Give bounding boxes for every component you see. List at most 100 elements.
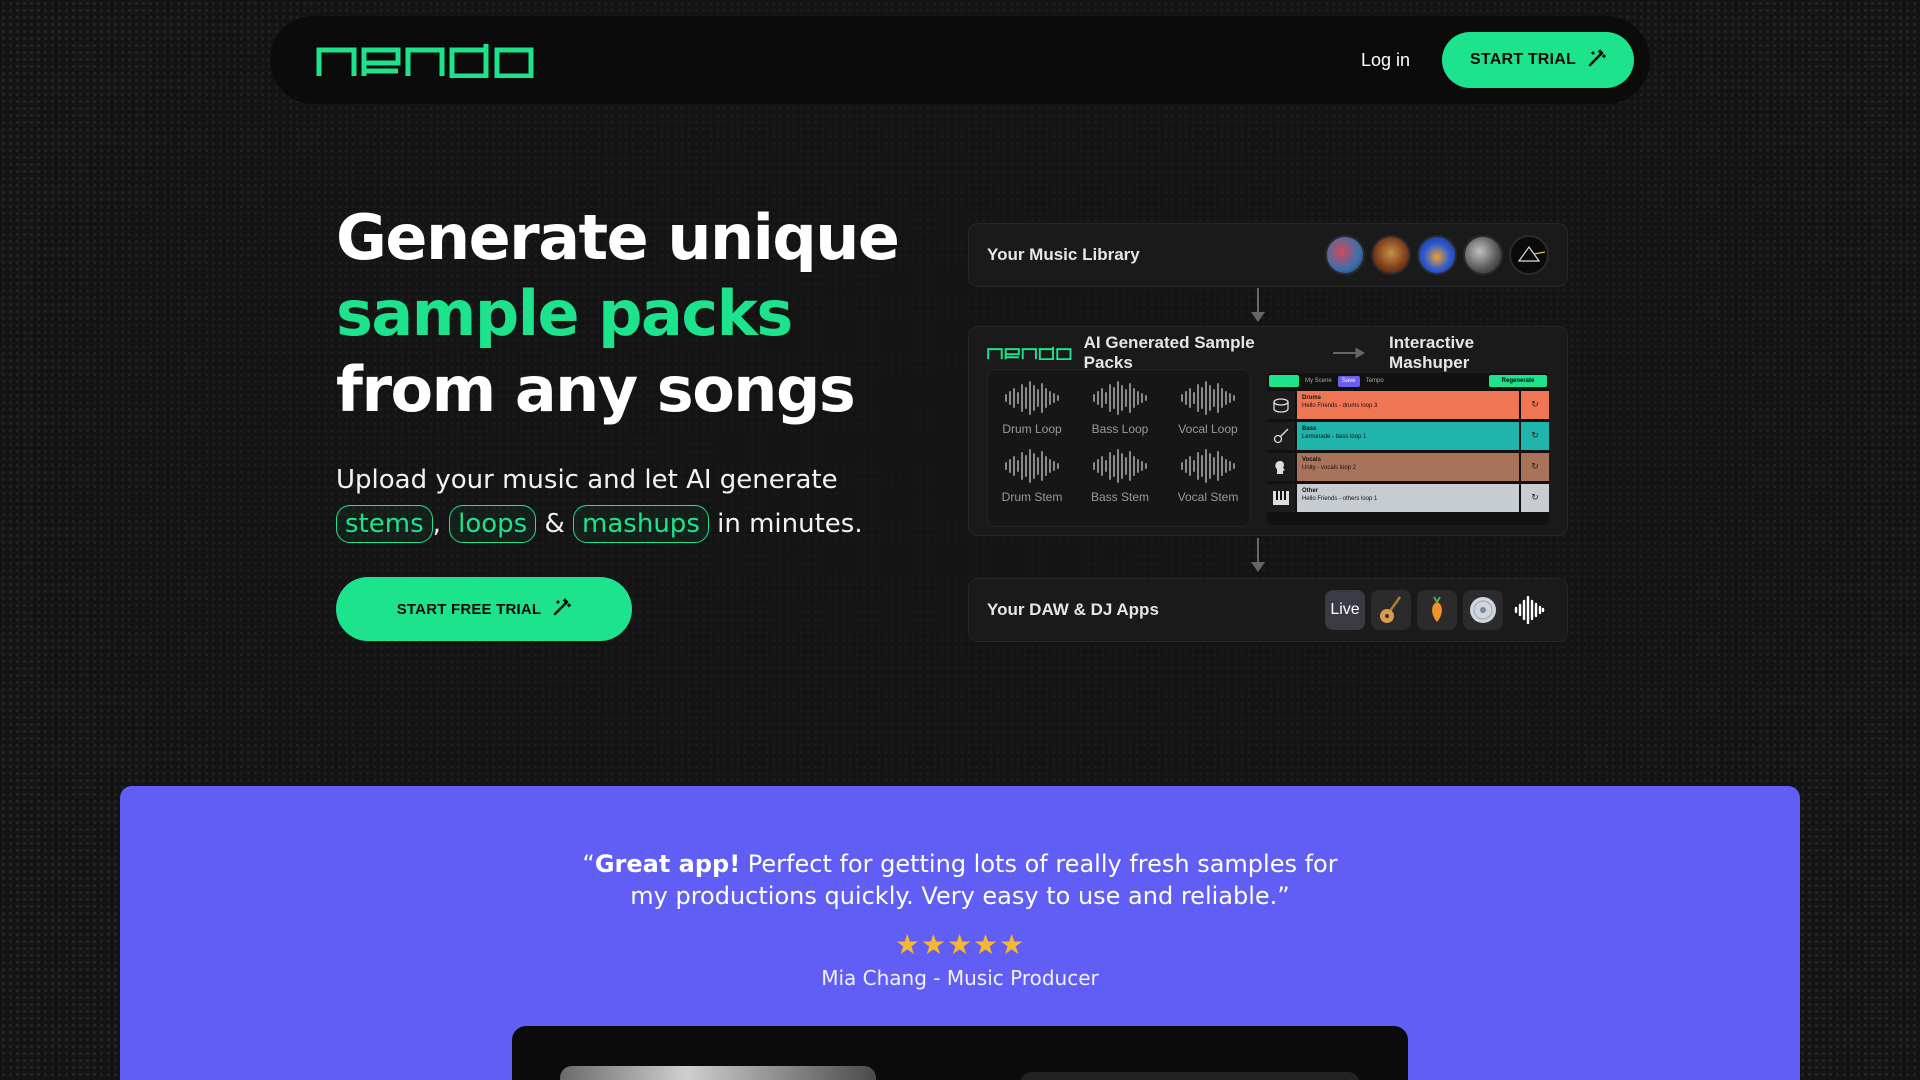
waveform-icon [1093,381,1147,415]
track-name: Other [1302,488,1319,494]
track-desc: Unity - vocals loop 2 [1302,465,1357,471]
ai-sample-packs-label: AI Generated Sample Packs [1083,333,1255,372]
refresh-icon[interactable]: ↻ [1521,453,1549,481]
stems-pill: stems [336,505,433,543]
track-bar-drums[interactable]: Drums Hello Friends - drums loop 3 [1297,391,1519,419]
bass-loop-item[interactable]: Bass Loop [1076,380,1164,436]
magic-wand-icon [553,598,572,620]
serato-icon [1463,590,1503,630]
quote-open: “ [582,850,595,878]
start-trial-label: START TRIAL [1470,51,1576,68]
start-trial-button[interactable]: START TRIAL [1442,32,1634,88]
waveform-icon [1181,449,1235,483]
drum-loop-label: Drum Loop [1002,422,1062,436]
arrow-right-icon [1333,347,1366,359]
ai-sample-packs-card: AI Generated Sample Packs Interactive Ma… [968,326,1568,536]
bass-stem-label: Bass Stem [1090,490,1150,504]
interactive-mashuper-label: Interactive Mashuper [1389,333,1475,372]
track-row-other: Other Hello Friends - others loop 1 ↻ [1267,484,1549,512]
drum-loop-item[interactable]: Drum Loop [988,380,1076,436]
music-library-card: Your Music Library [968,223,1568,287]
nendo-logo[interactable] [316,42,534,78]
piano-icon [1267,484,1295,512]
guitar-icon [1267,422,1295,450]
album-cover-4 [1463,235,1503,275]
track-bar-bass[interactable]: Bass Lemonade - bass loop 1 [1297,422,1519,450]
track-row-vocals: Vocals Unity - vocals loop 2 ↻ [1267,453,1549,481]
track-name: Bass [1302,426,1317,432]
hero-title-line2: sample packs [336,277,793,350]
quote-highlight: Great app! [594,850,741,878]
sample-loops-grid: Drum Loop Bass Loop Vocal Loop Drum Stem… [987,369,1251,527]
album-cover-1 [1325,235,1365,275]
video-player-frame [1020,1072,1360,1080]
waveform-icon [1005,449,1059,483]
garageband-icon [1371,590,1411,630]
vocal-loop-item[interactable]: Vocal Loop [1164,380,1252,436]
hero-title-line1: Generate unique [336,201,900,274]
hero-sub-text: Upload your music and let AI generate [336,465,838,495]
hero-title-line3: from any songs [336,353,856,426]
music-library-label: Your Music Library [987,245,1140,264]
bass-loop-label: Bass Loop [1091,422,1149,436]
loops-pill: loops [449,505,537,543]
album-cover-2 [1371,235,1411,275]
track-name: Drums [1302,395,1322,401]
scene-label: My Scene [1305,378,1332,384]
rekordbox-icon [1509,590,1549,630]
waveform-icon [1181,381,1235,415]
ableton-live-icon: Live [1325,590,1365,630]
ampersand: & [544,509,565,539]
tempo-label: Tempo [1365,378,1384,384]
track-desc: Lemonade - bass loop 1 [1302,434,1367,440]
refresh-icon[interactable]: ↻ [1521,484,1549,512]
mashuper-toolbar: My Scene Save Tempo Regenerate [1267,373,1549,389]
track-row-bass: Bass Lemonade - bass loop 1 ↻ [1267,422,1549,450]
drum-stem-item[interactable]: Drum Stem [988,448,1076,504]
regenerate-button[interactable]: Regenerate [1489,375,1547,387]
daw-apps-label: Your DAW & DJ Apps [987,600,1159,619]
refresh-icon[interactable]: ↻ [1521,422,1549,450]
comma-separator: , [432,509,441,539]
hero-sub-end: in minutes. [717,509,863,539]
video-thumbnail [560,1066,876,1080]
hero-title: Generate unique sample packs from any so… [336,200,900,428]
play-button[interactable] [1269,375,1299,387]
star-rating: ★★★★★ [894,928,1026,961]
testimonial-author: Mia Chang - Music Producer [821,966,1099,990]
video-preview[interactable] [512,1026,1408,1080]
mashups-pill: mashups [573,505,709,543]
vocal-loop-label: Vocal Loop [1178,422,1238,436]
save-button[interactable]: Save [1337,375,1360,387]
album-cover-3 [1417,235,1457,275]
track-name: Vocals [1302,457,1321,463]
album-covers [1325,235,1549,275]
waveform-icon [1005,381,1059,415]
arrow-down-icon [1251,538,1265,572]
vocals-icon [1267,453,1295,481]
arrow-down-icon [1251,288,1265,322]
drum-stem-label: Drum Stem [1001,490,1063,504]
refresh-icon[interactable]: ↻ [1521,391,1549,419]
track-bar-vocals[interactable]: Vocals Unity - vocals loop 2 [1297,453,1519,481]
mashuper-preview: My Scene Save Tempo Regenerate Drums Hell… [1267,373,1549,525]
track-row-drums: Drums Hello Friends - drums loop 3 ↻ [1267,391,1549,419]
fl-studio-icon [1417,590,1457,630]
testimonial-quote: “Great app! Perfect for getting lots of … [560,848,1360,912]
live-label: Live [1330,601,1360,618]
start-free-trial-button[interactable]: START FREE TRIAL [336,577,632,641]
track-desc: Hello Friends - others loop 1 [1302,496,1378,502]
album-cover-5 [1509,235,1549,275]
testimonial-section: “Great app! Perfect for getting lots of … [120,786,1800,1080]
start-free-trial-label: START FREE TRIAL [396,600,542,618]
vocal-stem-label: Vocal Stem [1177,490,1239,504]
vocal-stem-item[interactable]: Vocal Stem [1164,448,1252,504]
login-link[interactable]: Log in [1361,50,1410,71]
track-bar-other[interactable]: Other Hello Friends - others loop 1 [1297,484,1519,512]
top-navbar: Log in START TRIAL [270,16,1650,104]
nendo-mini-logo [987,346,1072,360]
bass-stem-item[interactable]: Bass Stem [1076,448,1164,504]
daw-apps-card: Your DAW & DJ Apps Live [968,578,1568,642]
track-desc: Hello Friends - drums loop 3 [1302,403,1378,409]
waveform-icon [1093,449,1147,483]
